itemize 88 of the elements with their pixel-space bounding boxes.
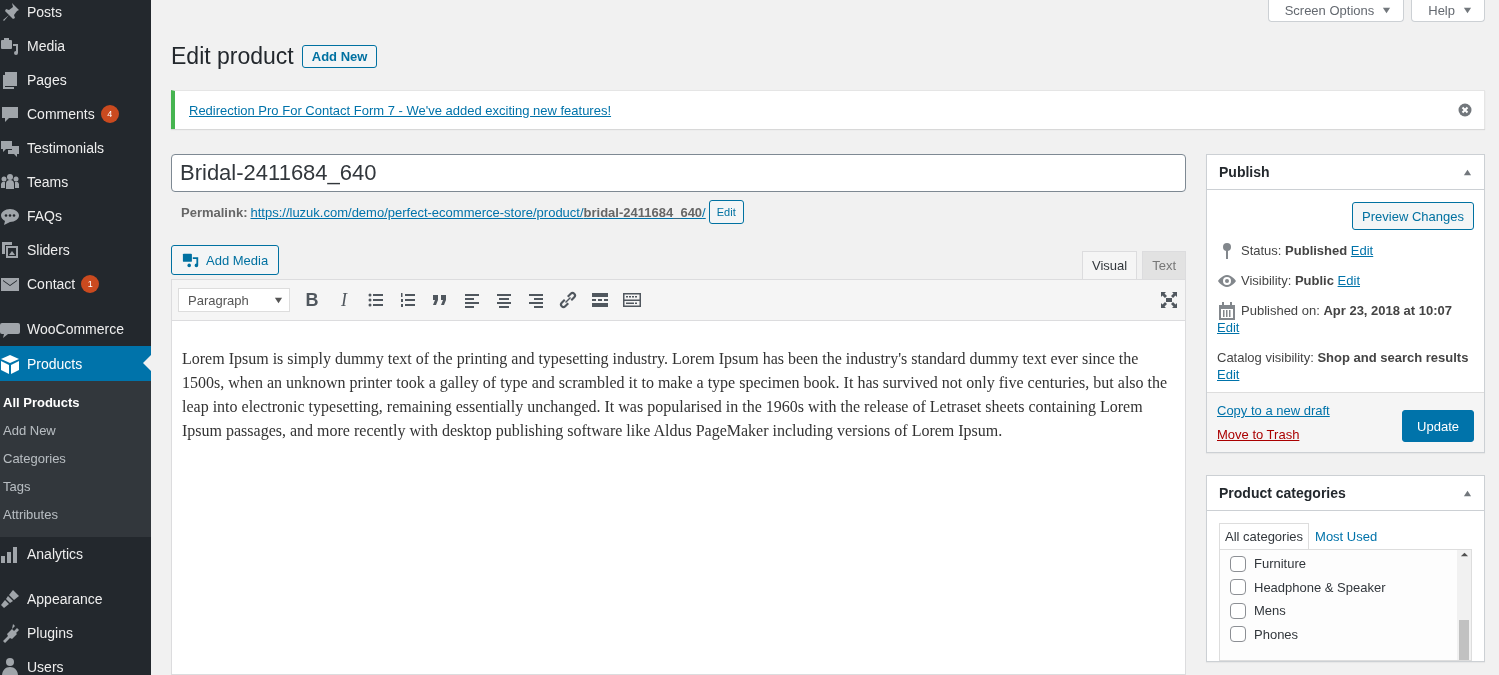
keyboard-icon [622,290,642,310]
menu-item[interactable]: Plugins [0,616,151,650]
checkbox[interactable] [1230,555,1246,572]
edit-permalink-button[interactable]: Edit [708,200,744,224]
checkbox[interactable] [1230,579,1246,596]
permalink-link[interactable]: https://luzuk.com/demo/perfect-ecommerce-store/product/bridal-2411684_640/ [250,204,706,220]
publish-field-text: Status: Published Edit [1241,242,1374,260]
read-more-icon [590,290,610,310]
box-icon [0,353,20,374]
menu-item[interactable]: Contact 1 [0,267,151,301]
notice-link[interactable]: Redirection Pro For Contact Form 7 - We've added exciting new features! [189,102,612,118]
pages-icon [0,70,20,90]
dismiss-icon[interactable] [1458,103,1472,117]
edit-link[interactable]: Edit [1337,273,1360,288]
menu-item[interactable]: Appearance [0,582,151,616]
camera-icon [0,36,20,56]
category-label: Mens [1254,603,1286,619]
speech-bubbles-icon [0,138,20,158]
people-icon [0,172,20,192]
update-button[interactable]: Update [1402,410,1474,442]
fullscreen-icon[interactable] [1159,290,1179,310]
header-tab-button[interactable]: Screen Options [1267,0,1405,22]
menu-item[interactable]: WooCommerce [0,312,151,346]
user-icon [0,657,20,675]
panel-title: Publish [1219,164,1270,180]
category-label: Furniture [1254,556,1307,572]
trash-link[interactable]: Move to Trash [1217,427,1330,442]
menu-item[interactable]: Analytics [0,537,151,571]
menu-item[interactable]: Media [0,29,151,63]
speech-bubble-icon [0,104,20,124]
submenu-item[interactable]: Categories [0,444,151,472]
page-title: Edit product [171,43,294,70]
menu-item[interactable]: FAQs [0,199,151,233]
caret-icon [1382,6,1392,15]
copy-draft-link[interactable]: Copy to a new draft [1217,403,1330,418]
add-new-button[interactable]: Add New [301,45,378,68]
bar-chart-icon [0,544,20,564]
eye-icon [1217,272,1237,290]
bold-button[interactable]: B [298,286,326,314]
submenu-item[interactable]: Tags [0,472,151,500]
menu-item[interactable]: Pages [0,63,151,97]
edit-link[interactable]: Edit [1217,367,1240,382]
paintbrush-icon [0,589,20,609]
format-select[interactable]: Paragraph [178,288,290,312]
caret-icon [274,295,283,305]
menu-item[interactable]: Users [0,650,151,675]
content-paragraph: Lorem Ipsum is simply dummy text of the printing and typesetting industry. Lorem Ipsum has been the industry's standard dummy text ever since the 1500s, when an unknown printer took a galley of type and scrambled it to make a type specimen book. It has survived not only five centuries, but also the leap into electronic typesetting, remaining essentially unchanged. It was popularised in the 1960s with the release of Letraset sheets containing Lorem Ipsum passages, and more recently with desktop publishing software like Aldus PageMaker including versions of Lorem Ipsum. [181,349,1169,442]
add-media-button[interactable]: Add Media [171,245,280,275]
menu-item[interactable]: Teams [0,165,151,199]
menu-item[interactable]: Sliders [0,233,151,267]
category-tab[interactable]: Most Used [1309,523,1384,549]
images-icon [0,240,20,260]
count-badge: 1 [81,275,100,293]
menu-item[interactable]: Products [0,346,151,381]
italic-button[interactable]: I [330,286,358,314]
edit-link[interactable]: Edit [1350,243,1374,258]
scrollbar[interactable] [1457,550,1471,660]
collapse-icon [1463,488,1472,498]
menu-item[interactable]: Testimonials [0,131,151,165]
header-tab-button[interactable]: Help [1411,0,1485,22]
title-input-field[interactable]: Bridal-2411684_640 [171,154,1186,192]
scroll-up-icon[interactable] [1459,550,1469,559]
collapse-icon [1463,167,1472,177]
calendar-icon [1217,302,1237,320]
publish-field-text: Published on: Apr 23, 2018 at 10:07 [1241,302,1453,320]
category-label: Headphone & Speaker [1254,579,1386,595]
publish-field-text: Catalog visibility: Shop and search results [1217,349,1469,367]
caret-icon [1463,6,1472,15]
publish-field-text: Visibility: Public Edit [1241,272,1360,290]
category-tab[interactable]: All categories [1219,523,1310,549]
checkbox[interactable] [1230,602,1246,619]
checkbox[interactable] [1230,626,1246,643]
permalink-label: Permalink: [181,204,248,220]
submenu-item[interactable]: Attributes [0,500,151,528]
count-badge: 4 [100,105,119,123]
edit-link[interactable]: Edit [1217,320,1240,335]
preview-changes-button[interactable]: Preview Changes [1352,202,1474,230]
link-icon [558,290,578,310]
media-icon [182,251,200,269]
editor-tab[interactable]: Visual [1081,251,1138,279]
category-label: Phones [1254,626,1299,642]
submenu-item[interactable]: All Products [0,388,151,416]
menu-item[interactable]: Posts [0,0,151,29]
numbered-list-icon [398,290,418,310]
submenu-item[interactable]: Add New [0,416,151,444]
menu-item[interactable]: Comments 4 [0,97,151,131]
editor-tab[interactable]: Text [1142,251,1186,279]
panel-title: Product categories [1219,485,1346,501]
